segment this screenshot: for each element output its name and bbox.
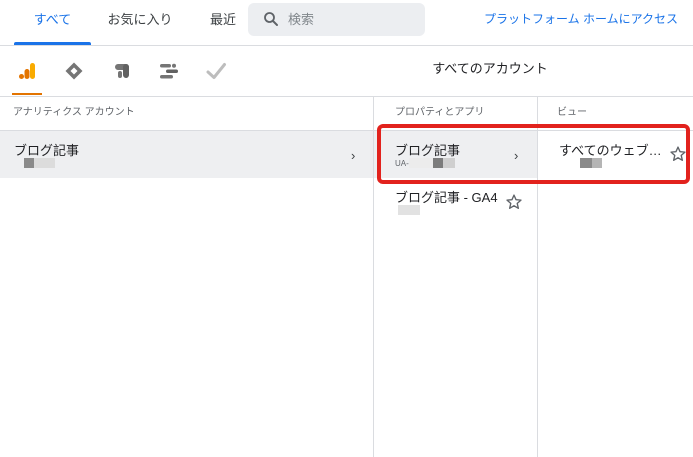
property-column: プロパティとアプリ ブログ記事 UA- › ブログ記事 - GA4: [373, 97, 537, 457]
property-name: ブログ記事 - GA4: [395, 190, 498, 205]
product-switcher: すべてのアカウント: [0, 46, 693, 97]
product-surveys-button[interactable]: [195, 46, 237, 96]
search-icon: [264, 12, 278, 26]
account-column-header: アナリティクス アカウント: [0, 97, 373, 131]
redacted-account-id: [24, 158, 55, 168]
optimize-icon: [115, 64, 129, 78]
tab-recent[interactable]: 最近: [200, 0, 246, 45]
property-row-ua[interactable]: ブログ記事 UA- ›: [374, 131, 537, 178]
redacted-view-id: [580, 158, 602, 168]
view-column: ビュー すべてのウェブ…: [537, 97, 693, 457]
redacted-property-id: [409, 158, 455, 168]
analytics-icon: [19, 63, 35, 79]
search-box[interactable]: [248, 3, 425, 36]
property-column-header: プロパティとアプリ: [374, 97, 537, 131]
top-nav: すべて お気に入り 最近 プラットフォーム ホームにアクセス: [0, 0, 693, 46]
account-column: アナリティクス アカウント ブログ記事 ›: [0, 97, 373, 457]
property-id: UA-: [395, 159, 409, 168]
surveys-icon: [206, 63, 226, 79]
view-column-header: ビュー: [538, 97, 693, 131]
tag-manager-icon: [65, 62, 83, 80]
view-row[interactable]: すべてのウェブ…: [538, 131, 693, 178]
chevron-right-icon: ›: [514, 148, 519, 163]
product-data-studio-button[interactable]: [148, 46, 190, 96]
tab-all[interactable]: すべて: [14, 0, 91, 45]
chevron-right-icon: ›: [351, 148, 356, 163]
search-input[interactable]: [288, 8, 416, 30]
data-studio-icon: [160, 63, 178, 79]
property-name: ブログ記事: [395, 143, 461, 158]
account-name: ブログ記事: [14, 143, 80, 158]
view-name: すべてのウェブ…: [559, 143, 662, 158]
star-icon[interactable]: [669, 145, 687, 163]
property-row-ga4[interactable]: ブログ記事 - GA4: [374, 178, 537, 225]
account-scope-title: すべてのアカウント: [432, 61, 548, 76]
platform-home-link[interactable]: プラットフォーム ホームにアクセス: [484, 0, 678, 38]
redacted-property-id: [398, 205, 420, 215]
tab-favorites[interactable]: お気に入り: [98, 0, 182, 45]
star-icon[interactable]: [505, 193, 523, 211]
product-tag-manager-button[interactable]: [53, 46, 95, 96]
product-optimize-button[interactable]: [101, 46, 143, 96]
product-analytics-button[interactable]: [6, 46, 48, 96]
account-row[interactable]: ブログ記事 ›: [0, 131, 373, 178]
